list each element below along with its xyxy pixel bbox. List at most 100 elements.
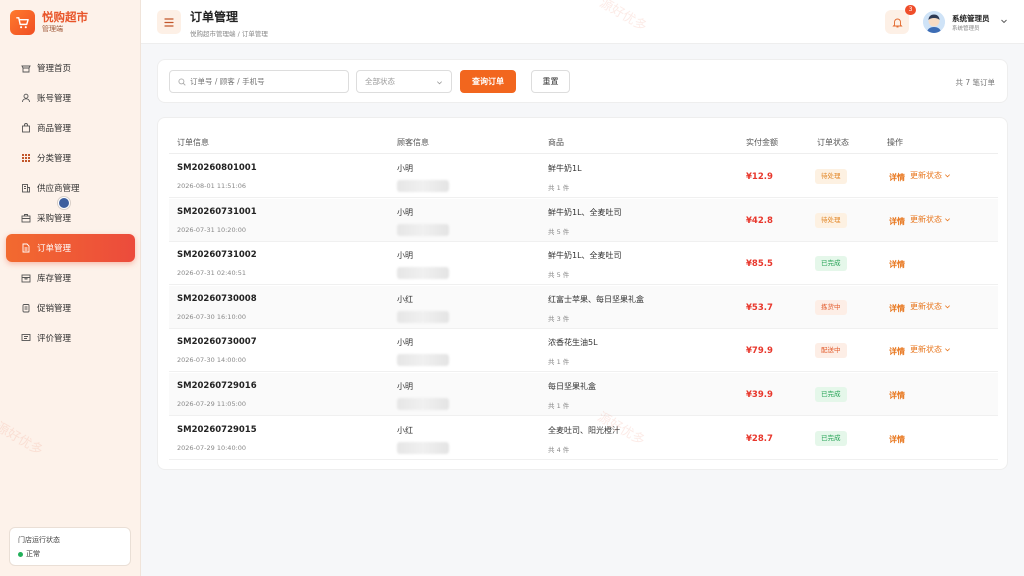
shop-icon xyxy=(21,63,31,73)
top-header: 订单管理 悦购超市管理端 / 订单管理 3 系统管理员 系统管理员 xyxy=(141,0,1024,44)
table-row: SM20260729016 2026-07-29 11:05:00 小明 每日坚果礼盒… xyxy=(169,373,998,416)
goods-names: 鲜牛奶1L xyxy=(548,164,582,173)
customer-name: 小红 xyxy=(397,425,413,435)
paid-amount: ¥28.7 xyxy=(746,433,773,444)
detail-link[interactable]: 详情 xyxy=(889,390,905,401)
order-time: 2026-07-31 10:20:00 xyxy=(177,225,247,234)
brand-subtitle: 管理端 xyxy=(42,25,63,33)
table-row: SM20260801001 2026-08-01 11:51:06 小明 鲜牛奶1L 共… xyxy=(169,155,998,198)
status-badge: 已完成 xyxy=(815,387,847,402)
reset-button[interactable]: 重置 xyxy=(531,70,570,93)
tag-icon xyxy=(21,303,31,313)
search-field[interactable] xyxy=(169,70,349,93)
customer-phone-redacted xyxy=(397,180,449,192)
detail-link[interactable]: 详情 xyxy=(889,346,905,357)
comment-icon xyxy=(21,333,31,343)
table-row: SM20260729015 2026-07-29 10:40:00 小红 全麦吐司、阳… xyxy=(169,417,998,460)
detail-link[interactable]: 详情 xyxy=(889,172,905,183)
sidebar-item-suppliers[interactable]: 供应商管理 xyxy=(6,174,135,202)
sidebar-item-label: 账号管理 xyxy=(37,94,72,104)
status-badge: 配送中 xyxy=(815,343,847,359)
sidebar-item-products[interactable]: 商品管理 xyxy=(6,114,135,142)
paid-amount: ¥12.9 xyxy=(746,172,773,182)
sidebar-item-label: 促销管理 xyxy=(37,304,72,314)
customer-name: 小明 xyxy=(397,251,413,261)
goods-names: 鲜牛奶1L、全麦吐司 xyxy=(548,251,622,261)
user-name[interactable]: 系统管理员 xyxy=(952,13,990,24)
briefcase-icon xyxy=(21,213,31,223)
customer-phone-redacted xyxy=(397,267,449,280)
chevron-down-icon[interactable] xyxy=(1000,17,1008,25)
goods-names: 浓香花生油5L xyxy=(548,338,598,348)
goods-quantity: 共 1 件 xyxy=(548,358,570,367)
sidebar-item-categories[interactable]: 分类管理 xyxy=(6,144,135,172)
column-header-actions: 操作 xyxy=(887,138,903,147)
customer-name: 小明 xyxy=(397,338,413,348)
sidebar-item-reviews[interactable]: 评价管理 xyxy=(6,324,135,352)
store-status-value: 正常 xyxy=(26,550,40,558)
notification-badge: 3 xyxy=(905,5,916,15)
chevron-down-icon xyxy=(945,174,950,178)
mouse-cursor xyxy=(58,197,70,209)
goods-names: 鲜牛奶1L、全麦吐司 xyxy=(548,207,622,217)
order-time: 2026-07-29 11:05:00 xyxy=(177,400,247,408)
sidebar-item-purchasing[interactable]: 采购管理 xyxy=(6,204,135,232)
order-number: SM20260731002 xyxy=(177,250,257,261)
customer-phone-redacted xyxy=(397,223,449,236)
orders-table: 订单信息 顾客信息 商品 实付金额 订单状态 操作 SM20260801001 2… xyxy=(157,117,1008,470)
paid-amount: ¥53.7 xyxy=(746,302,773,313)
update-status-label: 更新状态 xyxy=(910,171,942,180)
brand[interactable]: 悦购超市 管理端 xyxy=(0,0,140,44)
store-status-title: 门店运行状态 xyxy=(18,536,60,544)
update-status-dropdown[interactable]: 更新状态 xyxy=(910,301,951,312)
detail-link[interactable]: 详情 xyxy=(889,259,905,270)
customer-name: 小明 xyxy=(397,382,413,391)
column-header-customer: 顾客信息 xyxy=(397,138,429,147)
goods-quantity: 共 5 件 xyxy=(548,227,570,236)
sidebar-item-home[interactable]: 管理首页 xyxy=(6,54,135,82)
status-select[interactable]: 全部状态 xyxy=(356,70,452,93)
brand-name: 悦购超市 xyxy=(42,10,88,24)
sidebar-item-inventory[interactable]: 库存管理 xyxy=(6,264,135,292)
avatar[interactable] xyxy=(923,11,945,33)
column-header-amount: 实付金额 xyxy=(746,138,778,147)
order-time: 2026-07-29 10:40:00 xyxy=(177,443,247,452)
sidebar-item-promotions[interactable]: 促销管理 xyxy=(6,294,135,322)
status-badge: 待处理 xyxy=(815,169,847,184)
order-total-count: 共 7 笔订单 xyxy=(955,78,995,87)
update-status-label: 更新状态 xyxy=(910,214,942,224)
status-badge: 已完成 xyxy=(815,430,847,446)
order-number: SM20260729016 xyxy=(177,381,257,391)
order-time: 2026-07-30 16:10:00 xyxy=(177,312,247,321)
sidebar-item-label: 评价管理 xyxy=(37,334,72,344)
store-status-card: 门店运行状态 正常 xyxy=(9,527,131,566)
detail-link[interactable]: 详情 xyxy=(889,434,905,445)
sidebar-item-label: 管理首页 xyxy=(37,64,72,74)
sidebar-item-orders[interactable]: 订单管理 xyxy=(6,234,135,262)
status-badge: 待处理 xyxy=(815,212,847,228)
paid-amount: ¥79.9 xyxy=(746,346,773,357)
paid-amount: ¥39.9 xyxy=(746,390,773,400)
order-number: SM20260801001 xyxy=(177,163,257,173)
order-time: 2026-07-30 14:00:00 xyxy=(177,356,247,365)
notification-button[interactable] xyxy=(885,10,909,34)
customer-name: 小红 xyxy=(397,294,413,304)
update-status-dropdown[interactable]: 更新状态 xyxy=(910,344,951,355)
search-input[interactable] xyxy=(190,77,340,86)
order-number: SM20260730007 xyxy=(177,337,257,348)
goods-quantity: 共 1 件 xyxy=(548,184,570,192)
column-header-goods: 商品 xyxy=(548,138,564,147)
bell-icon xyxy=(891,18,903,27)
detail-link[interactable]: 详情 xyxy=(889,216,905,227)
update-status-dropdown[interactable]: 更新状态 xyxy=(910,170,951,181)
sidebar-item-label: 商品管理 xyxy=(37,124,72,134)
menu-toggle-button[interactable] xyxy=(157,10,181,34)
sidebar-item-accounts[interactable]: 账号管理 xyxy=(6,84,135,112)
sidebar-item-label: 订单管理 xyxy=(37,244,72,254)
paid-amount: ¥42.8 xyxy=(746,215,773,226)
update-status-dropdown[interactable]: 更新状态 xyxy=(910,214,951,225)
detail-link[interactable]: 详情 xyxy=(889,303,905,314)
bag-icon xyxy=(21,123,31,133)
status-select-value: 全部状态 xyxy=(365,77,395,86)
query-orders-button[interactable]: 查询订单 xyxy=(460,70,516,93)
